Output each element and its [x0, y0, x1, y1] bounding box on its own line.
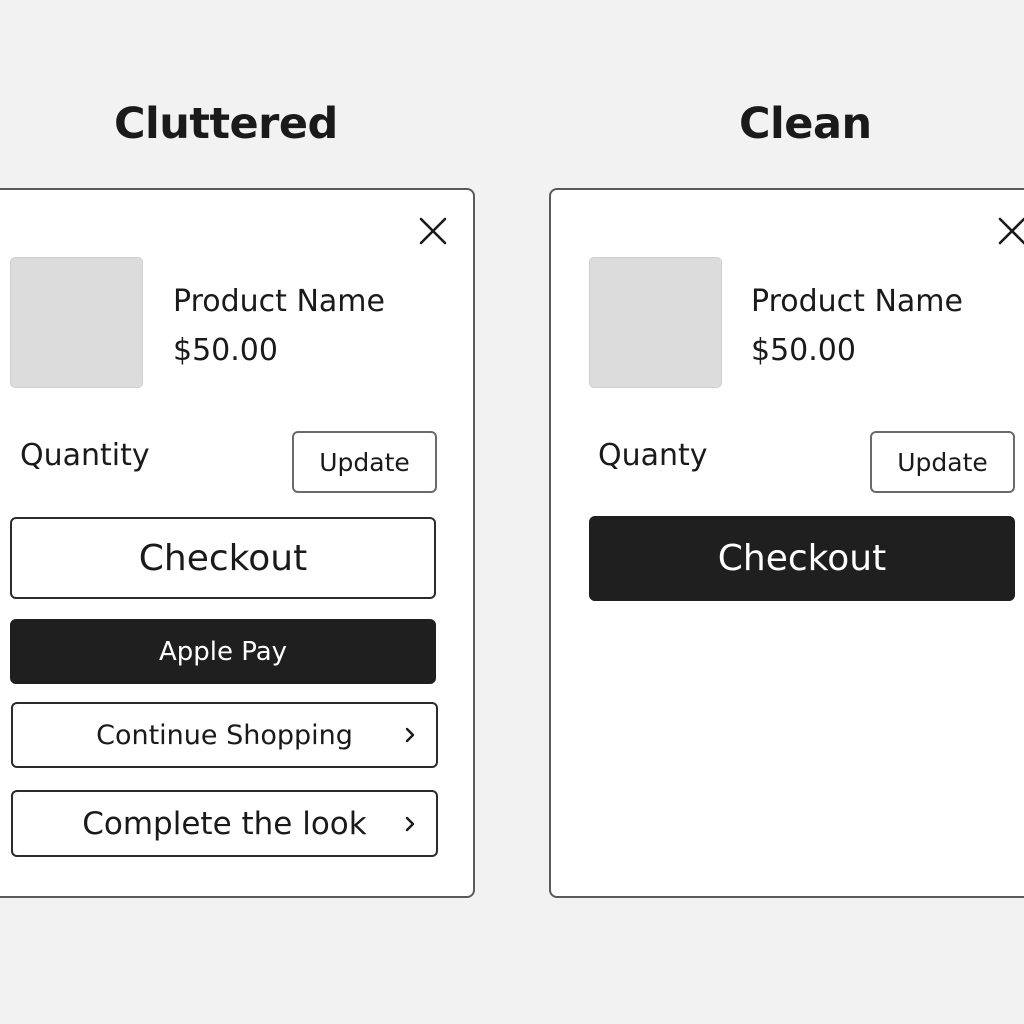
product-price: $50.00 — [751, 333, 856, 368]
complete-the-look-label: Complete the look — [82, 805, 367, 842]
checkout-button[interactable]: Checkout — [10, 517, 436, 599]
cluttered-heading: Cluttered — [114, 99, 338, 149]
chevron-right-icon — [405, 816, 415, 831]
update-button[interactable]: Update — [870, 431, 1015, 493]
quantity-label: Quanty — [598, 438, 708, 473]
complete-the-look-button[interactable]: Complete the look — [11, 790, 438, 857]
clean-heading: Clean — [739, 99, 872, 149]
apple-pay-button[interactable]: Apple Pay — [10, 619, 436, 684]
close-icon[interactable] — [418, 216, 448, 246]
product-name: Product Name — [751, 284, 963, 319]
product-thumbnail — [10, 257, 143, 388]
continue-shopping-button[interactable]: Continue Shopping — [11, 702, 438, 768]
quantity-label: Quantity — [20, 438, 150, 473]
update-button[interactable]: Update — [292, 431, 437, 493]
product-price: $50.00 — [173, 333, 278, 368]
continue-shopping-label: Continue Shopping — [96, 719, 353, 751]
checkout-button[interactable]: Checkout — [589, 516, 1015, 601]
product-thumbnail — [589, 257, 722, 388]
product-name: Product Name — [173, 284, 385, 319]
close-icon[interactable] — [997, 216, 1024, 246]
chevron-right-icon — [405, 727, 415, 743]
